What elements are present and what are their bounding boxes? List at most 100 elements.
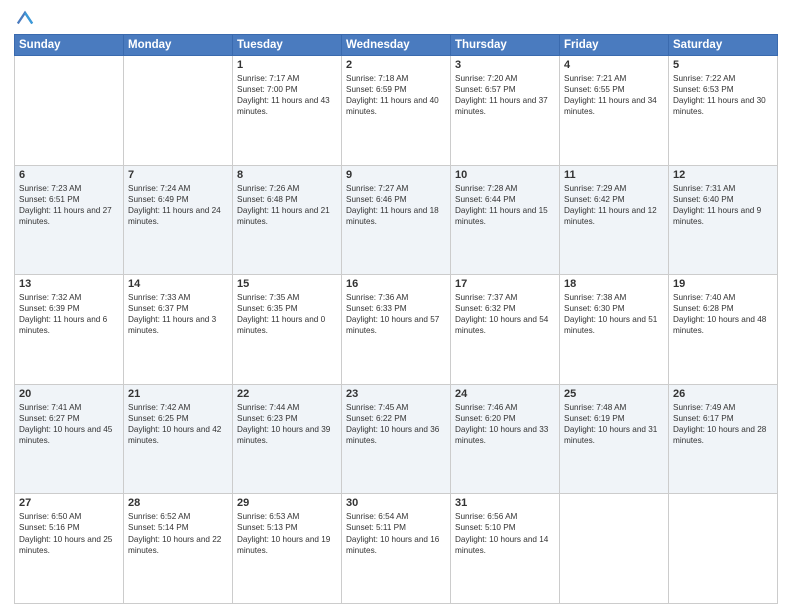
calendar-cell	[560, 494, 669, 604]
day-number: 25	[564, 388, 664, 400]
calendar-cell: 28 Sunrise: 6:52 AMSunset: 5:14 PMDayligh…	[124, 494, 233, 604]
weekday-header-thursday: Thursday	[451, 35, 560, 56]
calendar-cell: 15 Sunrise: 7:35 AMSunset: 6:35 PMDayligh…	[233, 275, 342, 385]
calendar-week-row: 13 Sunrise: 7:32 AMSunset: 6:39 PMDayligh…	[15, 275, 778, 385]
cell-content: Sunrise: 7:32 AMSunset: 6:39 PMDaylight:…	[19, 293, 107, 335]
weekday-header-friday: Friday	[560, 35, 669, 56]
day-number: 5	[673, 59, 773, 71]
day-number: 22	[237, 388, 337, 400]
calendar-cell: 3Sunrise: 7:20 AMSunset: 6:57 PMDaylight…	[451, 56, 560, 166]
cell-content: Sunrise: 7:35 AMSunset: 6:35 PMDaylight:…	[237, 293, 325, 335]
calendar-cell: 18Sunrise: 7:38 AMSunset: 6:30 PMDayligh…	[560, 275, 669, 385]
cell-content: Sunrise: 7:31 AMSunset: 6:40 PMDaylight:…	[673, 184, 761, 226]
cell-content: Sunrise: 7:45 AMSunset: 6:22 PMDaylight:…	[346, 403, 439, 445]
day-number: 27	[19, 497, 119, 509]
calendar-cell: 25 Sunrise: 7:48 AMSunset: 6:19 PMDayligh…	[560, 384, 669, 494]
calendar-cell: 11 Sunrise: 7:29 AMSunset: 6:42 PMDayligh…	[560, 165, 669, 275]
calendar-cell: 30 Sunrise: 6:54 AMSunset: 5:11 PMDayligh…	[342, 494, 451, 604]
cell-content: Sunrise: 7:26 AMSunset: 6:48 PMDaylight:…	[237, 184, 330, 226]
weekday-header-row: SundayMondayTuesdayWednesdayThursdayFrid…	[15, 35, 778, 56]
calendar-cell: 29 Sunrise: 6:53 AMSunset: 5:13 PMDayligh…	[233, 494, 342, 604]
calendar-cell: 27 Sunrise: 6:50 AMSunset: 5:16 PMDayligh…	[15, 494, 124, 604]
day-number: 3	[455, 59, 555, 71]
day-number: 30	[346, 497, 446, 509]
calendar-cell: 7Sunrise: 7:24 AMSunset: 6:49 PMDaylight…	[124, 165, 233, 275]
cell-content: Sunrise: 7:46 AMSunset: 6:20 PMDaylight:…	[455, 403, 548, 445]
calendar-cell: 5 Sunrise: 7:22 AMSunset: 6:53 PMDaylight…	[669, 56, 778, 166]
day-number: 11	[564, 169, 664, 181]
day-number: 26	[673, 388, 773, 400]
day-number: 1	[237, 59, 337, 71]
calendar-cell: 23 Sunrise: 7:45 AMSunset: 6:22 PMDayligh…	[342, 384, 451, 494]
day-number: 24	[455, 388, 555, 400]
calendar-cell: 1 Sunrise: 7:17 AMSunset: 7:00 PMDaylight…	[233, 56, 342, 166]
day-number: 15	[237, 278, 337, 290]
weekday-header-tuesday: Tuesday	[233, 35, 342, 56]
logo-area	[14, 10, 34, 28]
day-number: 29	[237, 497, 337, 509]
day-number: 4	[564, 59, 664, 71]
day-number: 18	[564, 278, 664, 290]
cell-content: Sunrise: 7:41 AMSunset: 6:27 PMDaylight:…	[19, 403, 112, 445]
calendar-week-row: 1 Sunrise: 7:17 AMSunset: 7:00 PMDaylight…	[15, 56, 778, 166]
day-number: 2	[346, 59, 446, 71]
logo-text	[14, 10, 34, 28]
cell-content: Sunrise: 7:36 AMSunset: 6:33 PMDaylight:…	[346, 293, 439, 335]
cell-content: Sunrise: 7:28 AMSunset: 6:44 PMDaylight:…	[455, 184, 548, 226]
header	[14, 10, 778, 28]
calendar-cell: 20Sunrise: 7:41 AMSunset: 6:27 PMDayligh…	[15, 384, 124, 494]
cell-content: Sunrise: 7:17 AMSunset: 7:00 PMDaylight:…	[237, 74, 330, 116]
calendar-cell: 14 Sunrise: 7:33 AMSunset: 6:37 PMDayligh…	[124, 275, 233, 385]
calendar-week-row: 6 Sunrise: 7:23 AMSunset: 6:51 PMDaylight…	[15, 165, 778, 275]
day-number: 13	[19, 278, 119, 290]
cell-content: Sunrise: 7:29 AMSunset: 6:42 PMDaylight:…	[564, 184, 657, 226]
calendar-cell: 2Sunrise: 7:18 AMSunset: 6:59 PMDaylight…	[342, 56, 451, 166]
cell-content: Sunrise: 6:56 AMSunset: 5:10 PMDaylight:…	[455, 512, 548, 554]
cell-content: Sunrise: 7:22 AMSunset: 6:53 PMDaylight:…	[673, 74, 766, 116]
calendar-cell: 6 Sunrise: 7:23 AMSunset: 6:51 PMDaylight…	[15, 165, 124, 275]
weekday-header-saturday: Saturday	[669, 35, 778, 56]
day-number: 17	[455, 278, 555, 290]
cell-content: Sunrise: 6:52 AMSunset: 5:14 PMDaylight:…	[128, 512, 221, 554]
cell-content: Sunrise: 7:48 AMSunset: 6:19 PMDaylight:…	[564, 403, 657, 445]
calendar-cell	[15, 56, 124, 166]
cell-content: Sunrise: 7:49 AMSunset: 6:17 PMDaylight:…	[673, 403, 766, 445]
weekday-header-wednesday: Wednesday	[342, 35, 451, 56]
cell-content: Sunrise: 7:42 AMSunset: 6:25 PMDaylight:…	[128, 403, 221, 445]
calendar-cell: 8 Sunrise: 7:26 AMSunset: 6:48 PMDaylight…	[233, 165, 342, 275]
calendar-cell	[669, 494, 778, 604]
logo-icon	[16, 10, 34, 28]
calendar-table: SundayMondayTuesdayWednesdayThursdayFrid…	[14, 34, 778, 604]
page: SundayMondayTuesdayWednesdayThursdayFrid…	[0, 0, 792, 612]
cell-content: Sunrise: 6:53 AMSunset: 5:13 PMDaylight:…	[237, 512, 330, 554]
cell-content: Sunrise: 7:33 AMSunset: 6:37 PMDaylight:…	[128, 293, 216, 335]
cell-content: Sunrise: 7:23 AMSunset: 6:51 PMDaylight:…	[19, 184, 112, 226]
day-number: 28	[128, 497, 228, 509]
day-number: 9	[346, 169, 446, 181]
weekday-header-monday: Monday	[124, 35, 233, 56]
cell-content: Sunrise: 7:40 AMSunset: 6:28 PMDaylight:…	[673, 293, 766, 335]
cell-content: Sunrise: 6:50 AMSunset: 5:16 PMDaylight:…	[19, 512, 112, 554]
cell-content: Sunrise: 7:21 AMSunset: 6:55 PMDaylight:…	[564, 74, 657, 116]
calendar-cell	[124, 56, 233, 166]
calendar-cell: 22Sunrise: 7:44 AMSunset: 6:23 PMDayligh…	[233, 384, 342, 494]
calendar-cell: 26 Sunrise: 7:49 AMSunset: 6:17 PMDayligh…	[669, 384, 778, 494]
cell-content: Sunrise: 7:37 AMSunset: 6:32 PMDaylight:…	[455, 293, 548, 335]
calendar-cell: 31 Sunrise: 6:56 AMSunset: 5:10 PMDayligh…	[451, 494, 560, 604]
cell-content: Sunrise: 6:54 AMSunset: 5:11 PMDaylight:…	[346, 512, 439, 554]
calendar-cell: 10Sunrise: 7:28 AMSunset: 6:44 PMDayligh…	[451, 165, 560, 275]
calendar-week-row: 27 Sunrise: 6:50 AMSunset: 5:16 PMDayligh…	[15, 494, 778, 604]
calendar-cell: 16Sunrise: 7:36 AMSunset: 6:33 PMDayligh…	[342, 275, 451, 385]
day-number: 23	[346, 388, 446, 400]
day-number: 6	[19, 169, 119, 181]
day-number: 8	[237, 169, 337, 181]
calendar-cell: 21Sunrise: 7:42 AMSunset: 6:25 PMDayligh…	[124, 384, 233, 494]
day-number: 31	[455, 497, 555, 509]
day-number: 19	[673, 278, 773, 290]
calendar-cell: 9Sunrise: 7:27 AMSunset: 6:46 PMDaylight…	[342, 165, 451, 275]
calendar-cell: 24 Sunrise: 7:46 AMSunset: 6:20 PMDayligh…	[451, 384, 560, 494]
day-number: 14	[128, 278, 228, 290]
day-number: 12	[673, 169, 773, 181]
calendar-cell: 19 Sunrise: 7:40 AMSunset: 6:28 PMDayligh…	[669, 275, 778, 385]
weekday-header-sunday: Sunday	[15, 35, 124, 56]
